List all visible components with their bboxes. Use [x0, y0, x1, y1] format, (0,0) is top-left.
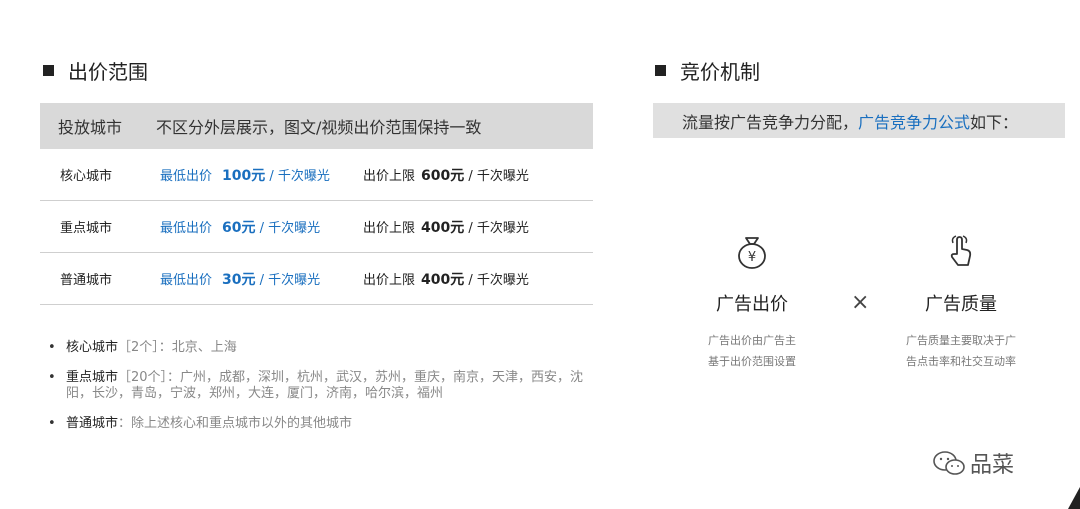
multiply-operator: ×: [851, 290, 870, 315]
max-unit: / 千次曝光: [464, 272, 529, 288]
factor-desc-line: 告点击率和社交互动率: [906, 355, 1016, 368]
bullet-dot-icon: •: [48, 416, 56, 431]
table-row: 普通城市 最低出价 30元 / 千次曝光 出价上限 400元 / 千次曝光: [40, 253, 593, 305]
bidding-mechanism-title: 竞价机制: [655, 56, 760, 85]
max-value: 400元: [421, 271, 465, 288]
wechat-icon: [933, 451, 965, 475]
row-city: 重点城市: [60, 221, 113, 236]
factor-desc-line: 基于出价范围设置: [708, 355, 796, 368]
pointer-hand-icon: [886, 232, 1036, 272]
header-city: 投放城市: [58, 118, 123, 137]
bar-text-before: 流量按广告竞争力分配，: [682, 112, 859, 132]
table-row: 核心城市 最低出价 100元 / 千次曝光 出价上限 600元 / 千次曝光: [40, 149, 593, 201]
min-value: 100元: [222, 167, 266, 184]
factor-desc: 广告质量主要取决于广 告点击率和社交互动率: [886, 330, 1036, 372]
formula-link[interactable]: 广告竞争力公式: [858, 109, 970, 133]
bullet-dot-icon: •: [48, 370, 56, 385]
watermark: 品菜: [932, 447, 1014, 479]
tier-text: ［20个］：广州，成都，深圳，杭州，武汉，苏州，重庆，南京，天津，西安，沈阳，长…: [66, 370, 584, 401]
square-bullet-icon: [655, 65, 666, 76]
table-row: 重点城市 最低出价 60元 / 千次曝光 出价上限 400元 / 千次曝光: [40, 201, 593, 253]
row-min-bid: 最低出价 30元 / 千次曝光: [160, 269, 363, 289]
factor-ad-bid: ¥ 广告出价 广告出价由广告主 基于出价范围设置: [677, 232, 827, 372]
max-label: 出价上限: [363, 220, 416, 236]
tier-text: ［2个］：北京、上海: [118, 340, 237, 355]
max-unit: / 千次曝光: [464, 168, 529, 184]
min-value: 30元: [222, 271, 256, 288]
tier-name: 重点城市: [66, 370, 119, 385]
money-bag-icon: ¥: [677, 232, 827, 272]
row-min-bid: 最低出价 100元 / 千次曝光: [160, 165, 363, 185]
svg-text:¥: ¥: [748, 250, 756, 265]
min-value: 60元: [222, 219, 256, 236]
max-label: 出价上限: [363, 272, 416, 288]
bid-range-title: 出价范围: [43, 56, 148, 85]
bar-text-after: 如下：: [970, 112, 1019, 132]
min-unit: / 千次曝光: [255, 220, 321, 236]
max-value: 600元: [421, 167, 465, 184]
max-unit: / 千次曝光: [464, 220, 529, 236]
factor-desc-line: 广告出价由广告主: [708, 334, 796, 347]
min-label: 最低出价: [160, 168, 213, 184]
min-unit: / 千次曝光: [255, 272, 321, 288]
bullet-dot-icon: •: [48, 340, 56, 355]
bidding-intro-bar: 流量按广告竞争力分配， 广告竞争力公式 如下：: [653, 103, 1065, 138]
city-tier-list: • 核心城市［2个］：北京、上海 • 重点城市［20个］：广州，成都，深圳，杭州…: [48, 340, 608, 446]
row-city: 普通城市: [60, 273, 113, 288]
factor-title: 广告出价: [716, 294, 788, 315]
price-table: 投放城市 不区分外层展示，图文/视频出价范围保持一致 核心城市 最低出价 100元…: [40, 103, 593, 305]
tier-text: ：除上述核心和重点城市以外的其他城市: [118, 416, 353, 431]
tier-name: 核心城市: [66, 340, 119, 355]
price-table-header: 投放城市 不区分外层展示，图文/视频出价范围保持一致: [40, 103, 593, 149]
tier-name: 普通城市: [66, 416, 119, 431]
min-label: 最低出价: [160, 272, 213, 288]
factor-desc-line: 广告质量主要取决于广: [906, 334, 1016, 347]
header-desc: 不区分外层展示，图文/视频出价范围保持一致: [156, 118, 482, 137]
corner-decoration: [1068, 487, 1080, 509]
row-min-bid: 最低出价 60元 / 千次曝光: [160, 217, 363, 237]
row-max-bid: 出价上限 400元 / 千次曝光: [363, 217, 593, 237]
factor-desc: 广告出价由广告主 基于出价范围设置: [677, 330, 827, 372]
list-item: • 重点城市［20个］：广州，成都，深圳，杭州，武汉，苏州，重庆，南京，天津，西…: [48, 370, 608, 402]
min-label: 最低出价: [160, 220, 213, 236]
list-item: • 核心城市［2个］：北京、上海: [48, 340, 608, 356]
factor-ad-quality: 广告质量 广告质量主要取决于广 告点击率和社交互动率: [886, 232, 1036, 372]
row-max-bid: 出价上限 400元 / 千次曝光: [363, 269, 593, 289]
max-label: 出价上限: [363, 168, 416, 184]
bidding-mechanism-title-text: 竞价机制: [680, 60, 760, 84]
row-city: 核心城市: [60, 169, 113, 184]
factor-title: 广告质量: [925, 294, 997, 315]
max-value: 400元: [421, 219, 465, 236]
square-bullet-icon: [43, 65, 54, 76]
watermark-text: 品菜: [970, 453, 1015, 478]
min-unit: / 千次曝光: [265, 168, 330, 184]
row-max-bid: 出价上限 600元 / 千次曝光: [363, 165, 593, 185]
bid-range-title-text: 出价范围: [68, 60, 148, 84]
list-item: • 普通城市：除上述核心和重点城市以外的其他城市: [48, 416, 608, 432]
